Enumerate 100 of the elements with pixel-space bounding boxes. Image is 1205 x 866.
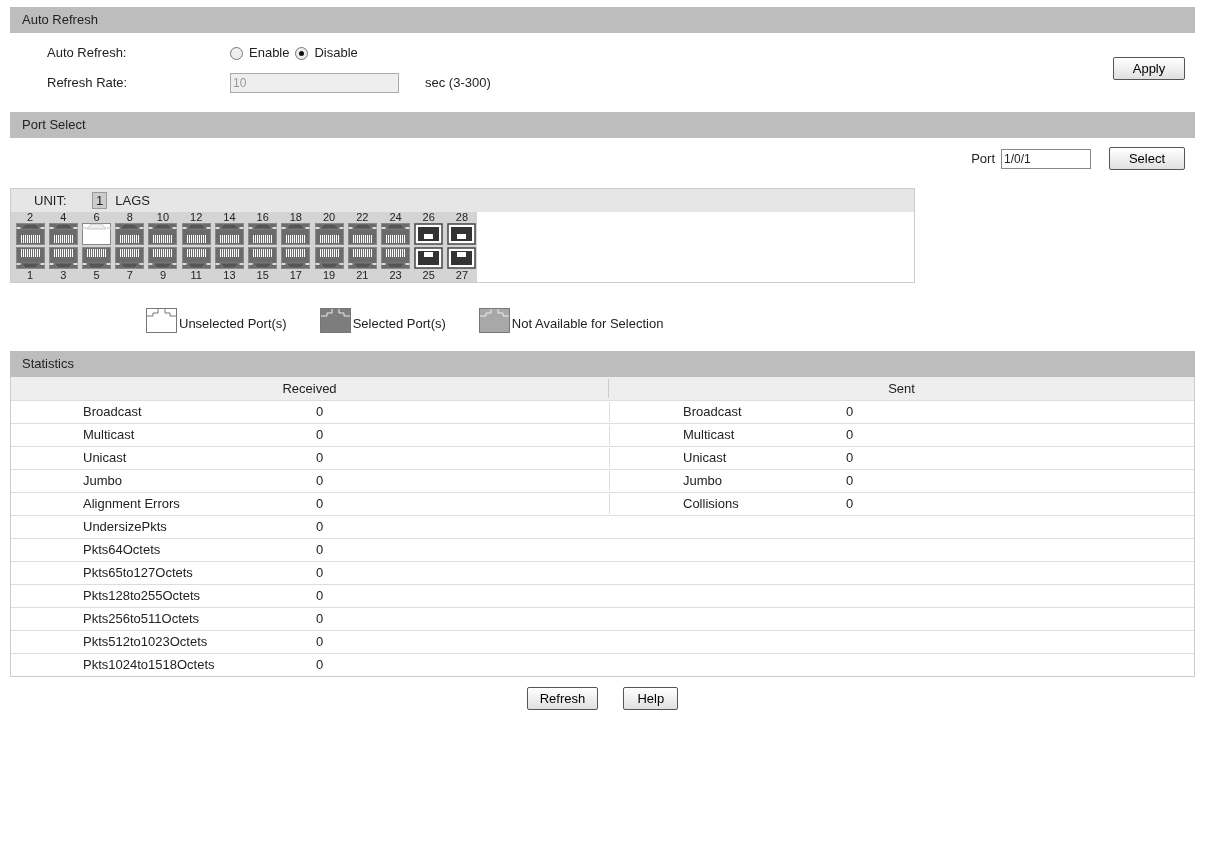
column-header: Received [11,378,609,399]
ethernet-port-icon[interactable] [148,247,178,269]
port-number: 7 [126,270,133,281]
ethernet-port-icon[interactable] [15,223,45,245]
stat-name: Pkts64Octets [82,541,162,560]
ethernet-port-icon[interactable] [15,247,45,269]
field-label: Auto Refresh: [47,44,128,63]
radio-label: Disable [314,44,358,63]
stat-name: Pkts512to1023Octets [82,633,209,652]
ethernet-port-icon[interactable] [82,223,112,245]
stat-value: 0 [315,564,325,583]
ethernet-port-icon[interactable] [115,223,145,245]
port-number: 26 [422,212,435,223]
stat-value: 0 [315,472,325,491]
port-legend-icon [319,308,351,333]
range-hint: sec (3-300) [425,74,491,93]
stat-name: Unicast [82,449,128,468]
section-header: Statistics [10,351,1195,377]
port-number: 25 [422,270,435,281]
ethernet-port-icon[interactable] [181,223,211,245]
ethernet-port-icon[interactable] [115,247,145,269]
stat-value: 0 [845,495,854,514]
stat-name: Jumbo [609,471,842,491]
port-number: 24 [389,212,402,223]
ethernet-port-icon[interactable] [248,223,278,245]
stat-name: Unicast [609,448,842,468]
port-number: 5 [93,270,100,281]
port-legend-icon [478,308,510,333]
stat-value: 0 [315,449,325,468]
radio-button[interactable] [295,46,309,60]
radio-button[interactable] [230,46,243,60]
port-field[interactable]: 1/0/1 [1001,148,1091,169]
port-number: 2 [27,212,34,223]
stat-value: 0 [315,587,325,606]
stat-value: 0 [845,403,854,422]
stat-name: Jumbo [82,472,124,491]
fiber-port-icon[interactable] [414,247,444,269]
port-number: 15 [256,270,269,281]
field-label: Refresh Rate: [47,74,129,93]
ethernet-port-icon[interactable] [381,247,410,269]
port-number: 10 [156,212,170,223]
port-number: 4 [60,212,67,223]
port-number: 19 [322,270,336,281]
ethernet-port-icon[interactable] [314,223,344,245]
help-button[interactable]: Help [623,687,679,710]
stat-value: 0 [315,403,325,422]
column-header: Sent [887,379,916,398]
section-header: Port Select [10,112,1195,138]
ethernet-port-icon[interactable] [48,247,78,269]
port-number: 1 [27,270,34,281]
stat-value: 0 [315,656,325,675]
stat-name: Multicast [609,425,842,445]
apply-button[interactable]: Apply [1113,57,1185,80]
ethernet-port-icon[interactable] [214,247,244,269]
port-number: 9 [159,270,167,281]
unit-label: UNIT: [34,191,68,210]
ethernet-port-icon[interactable] [248,247,278,269]
stat-name: Pkts65to127Octets [82,564,194,583]
stat-name: Broadcast [82,403,143,422]
ethernet-port-icon[interactable] [148,223,178,245]
ethernet-port-icon[interactable] [214,223,244,245]
ethernet-port-icon[interactable] [347,247,377,269]
lags-tab[interactable]: LAGS [115,190,150,211]
unit-tab[interactable]: 1 [92,192,108,209]
port-number: 18 [289,212,302,223]
section-header: Auto Refresh [10,7,1195,33]
legend-label: Unselected Port(s) [179,314,287,333]
fiber-port-icon[interactable] [447,247,477,269]
ethernet-port-icon[interactable] [48,223,78,245]
ethernet-port-icon[interactable] [381,223,410,245]
stat-name: Pkts1024to1518Octets [82,656,216,675]
stat-value: 0 [315,633,325,652]
stat-name: Collisions [609,494,842,514]
stat-name: Pkts256to511Octets [82,610,201,629]
port-number: 20 [322,212,336,223]
ethernet-port-icon[interactable] [181,247,211,269]
stat-value: 0 [845,472,854,491]
refresh-button[interactable]: Refresh [526,687,599,710]
stat-value: 0 [845,449,854,468]
radio-label: Enable [249,44,290,63]
port-number: 22 [356,212,369,223]
legend-label: Not Available for Selection [511,314,664,333]
stat-value: 0 [315,426,325,445]
fiber-port-icon[interactable] [447,223,477,245]
stat-name: Broadcast [609,402,842,422]
select-button[interactable]: Select [1109,147,1185,170]
port-number: 27 [455,270,469,281]
port-number: 16 [256,212,269,223]
port-number: 3 [60,270,67,281]
port-number: 8 [126,212,133,223]
ethernet-port-icon[interactable] [82,247,112,269]
ethernet-port-icon[interactable] [281,247,311,269]
ethernet-port-icon[interactable] [281,223,311,245]
port-number: 13 [223,270,236,281]
ethernet-port-icon[interactable] [347,223,377,245]
fiber-port-icon[interactable] [414,223,444,245]
ethernet-port-icon[interactable] [314,247,344,269]
stat-name: Multicast [82,426,136,445]
port-number: 28 [455,212,469,223]
stat-name: UndersizePkts [82,518,168,537]
